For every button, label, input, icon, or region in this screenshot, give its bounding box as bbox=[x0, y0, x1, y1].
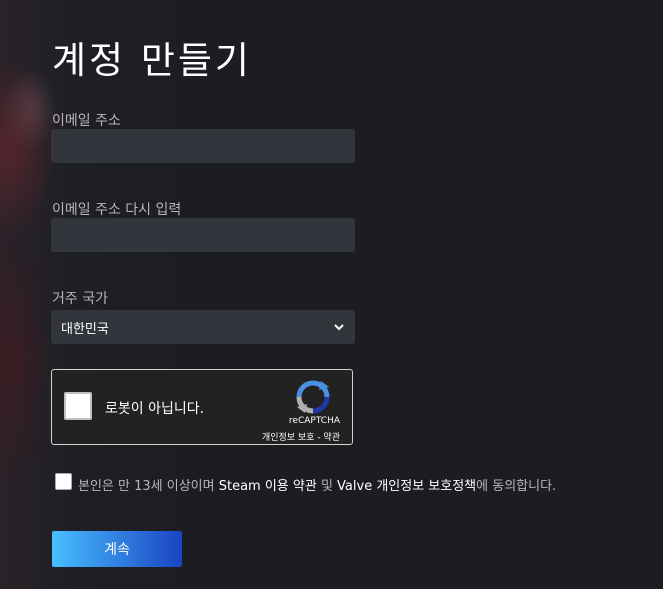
valve-privacy-link[interactable]: Valve 개인정보 보호정책 bbox=[337, 479, 476, 494]
recaptcha-label: 로봇이 아닙니다. bbox=[105, 401, 205, 417]
chevron-down-icon bbox=[334, 324, 344, 331]
country-select-value: 대한민국 bbox=[61, 321, 109, 337]
confirm-email-label: 이메일 주소 다시 입력 bbox=[52, 202, 182, 218]
confirm-email-input[interactable] bbox=[51, 218, 355, 252]
recaptcha-checkbox[interactable] bbox=[64, 392, 92, 420]
email-label: 이메일 주소 bbox=[52, 113, 121, 129]
continue-button[interactable]: 계속 bbox=[52, 531, 182, 567]
steam-terms-link[interactable]: Steam 이용 약관 bbox=[219, 479, 317, 494]
recaptcha-logo-icon bbox=[296, 380, 330, 414]
recaptcha-widget: 로봇이 아닙니다. reCAPTCHA 개인정보 보호 - 약관 bbox=[51, 369, 353, 445]
email-input[interactable] bbox=[51, 129, 355, 163]
agreement-text: 본인은 만 13세 이상이며 Steam 이용 약관 및 Valve 개인정보 … bbox=[78, 475, 556, 494]
country-select[interactable]: 대한민국 bbox=[51, 310, 355, 344]
recaptcha-brand: reCAPTCHA bbox=[288, 416, 340, 426]
agreement-text-part3: 에 동의합니다. bbox=[476, 479, 557, 494]
page-title: 계정 만들기 bbox=[52, 39, 252, 82]
recaptcha-privacy-terms-links[interactable]: 개인정보 보호 - 약관 bbox=[262, 430, 340, 443]
country-label: 거주 국가 bbox=[52, 291, 108, 307]
agreement-text-part2: 및 bbox=[316, 479, 338, 494]
agree-checkbox[interactable] bbox=[55, 473, 72, 490]
agreement-text-part1: 본인은 만 13세 이상이며 bbox=[78, 479, 219, 494]
